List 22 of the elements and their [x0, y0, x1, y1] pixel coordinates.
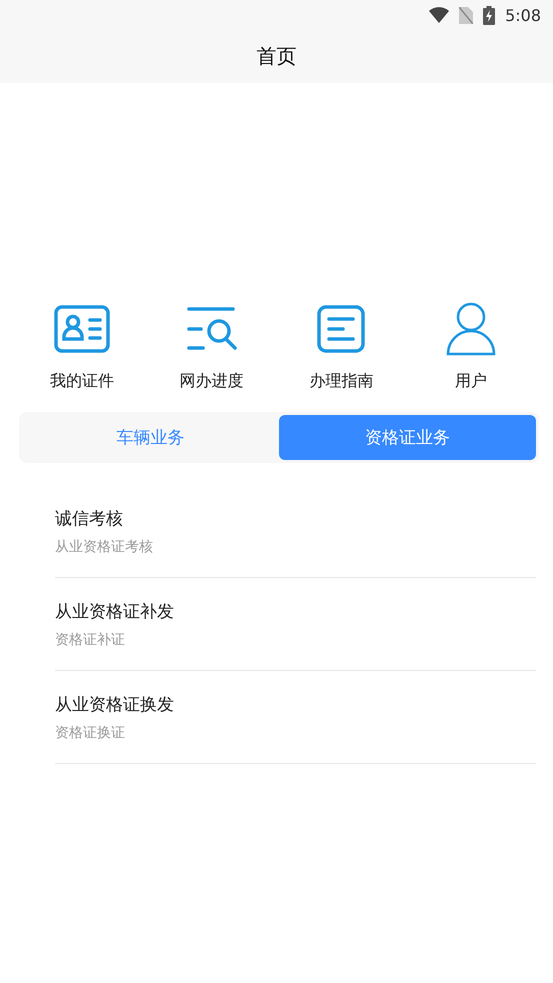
- service-subtitle: 资格证补证: [55, 630, 125, 648]
- service-title: 从业资格证换发: [55, 694, 174, 716]
- user-icon: [446, 302, 496, 356]
- service-item[interactable]: 从业资格证换发 资格证换证: [55, 671, 536, 764]
- document-icon: [317, 305, 366, 353]
- wifi-icon: [429, 7, 450, 23]
- service-item[interactable]: 诚信考核 从业资格证考核: [55, 485, 536, 578]
- battery-charging-icon: [483, 6, 496, 24]
- shortcut-label[interactable]: 网办进度: [180, 371, 244, 392]
- search-list-icon: [186, 306, 238, 352]
- no-sim-icon: [459, 6, 474, 24]
- service-subtitle: 资格证换证: [55, 724, 125, 742]
- service-title: 从业资格证补发: [55, 600, 174, 622]
- shortcut-label[interactable]: 用户: [455, 371, 488, 392]
- id-card-icon: [54, 305, 110, 353]
- status-time: 5:08: [505, 6, 541, 24]
- shortcut-label[interactable]: 我的证件: [50, 371, 114, 392]
- shortcut-label[interactable]: 办理指南: [309, 371, 374, 392]
- service-title: 诚信考核: [55, 508, 123, 530]
- service-subtitle: 从业资格证考核: [55, 538, 153, 556]
- service-item[interactable]: 从业资格证补发 资格证补证: [55, 578, 536, 671]
- page-title: 首页: [256, 43, 296, 70]
